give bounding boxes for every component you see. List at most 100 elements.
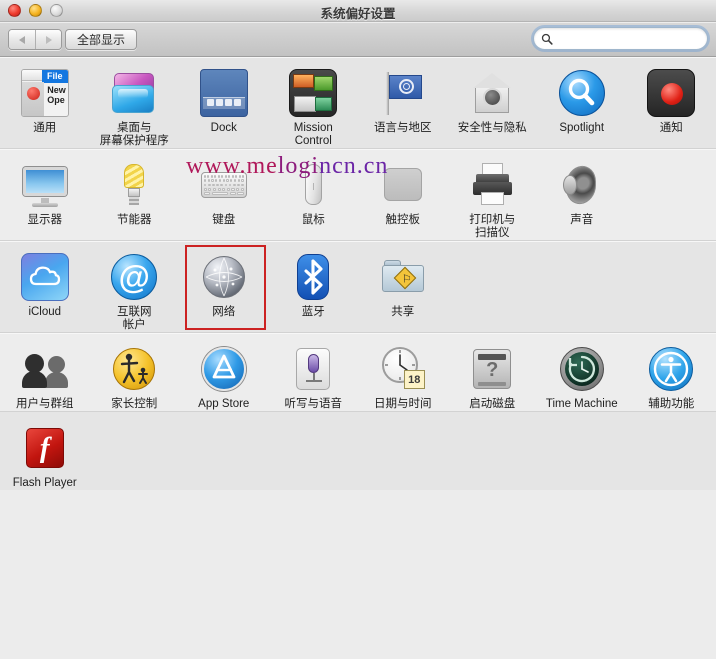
mouse-icon xyxy=(289,161,337,209)
pref-item-label: 网络 xyxy=(212,306,236,318)
pref-item-internet-accounts[interactable]: @ 互联网 帐户 xyxy=(90,241,180,332)
page-title: 系统偏好设置 xyxy=(320,7,396,21)
pref-item-dictation-speech[interactable]: 听写与语音 xyxy=(269,333,359,411)
pref-item-spotlight[interactable]: Spotlight xyxy=(537,57,627,148)
parental-controls-icon xyxy=(110,345,158,393)
energy-saver-icon xyxy=(110,161,158,209)
sharing-icon: ⚐ xyxy=(379,253,427,301)
pref-item-label: 互联网 帐户 xyxy=(117,306,152,331)
pref-item-bluetooth[interactable]: 蓝牙 xyxy=(269,241,359,332)
pref-item-users-groups[interactable]: 用户与群组 xyxy=(0,333,90,411)
pref-item-label: 辅助功能 xyxy=(648,398,695,410)
pref-item-mouse[interactable]: 鼠标 xyxy=(269,149,359,240)
pref-item-network[interactable]: 网络 xyxy=(179,241,269,332)
bluetooth-icon xyxy=(289,253,337,301)
search-icon xyxy=(541,33,553,45)
pref-item-keyboard[interactable]: 键盘 xyxy=(179,149,269,240)
preferences-row: File New Ope 通用 桌面与 屏幕保护程序 Dock Mission … xyxy=(0,57,716,149)
pref-item-dock[interactable]: Dock xyxy=(179,57,269,148)
keyboard-icon xyxy=(200,161,248,209)
pref-item-label: App Store xyxy=(198,398,250,410)
desktop-screensaver-icon xyxy=(110,69,158,117)
chevron-right-icon xyxy=(45,35,52,44)
pref-item-label: 启动磁盘 xyxy=(469,398,516,410)
pref-item-label: 打印机与 扫描仪 xyxy=(469,214,516,239)
pref-item-accessibility[interactable]: 辅助功能 xyxy=(627,333,716,411)
pref-item-label: 触控板 xyxy=(385,214,421,226)
startup-disk-icon: ? xyxy=(468,345,516,393)
pref-item-sound[interactable]: 声音 xyxy=(537,149,627,240)
sound-icon xyxy=(558,161,606,209)
users-groups-icon xyxy=(21,345,69,393)
pref-item-language-region[interactable]: 语言与地区 xyxy=(358,57,448,148)
pref-item-label: 键盘 xyxy=(212,214,236,226)
pref-item-label: 安全性与隐私 xyxy=(457,122,527,134)
pref-item-label: 语言与地区 xyxy=(374,122,432,134)
pref-item-desktop-screensaver[interactable]: 桌面与 屏幕保护程序 xyxy=(90,57,180,148)
pref-item-flash-player[interactable]: f Flash Player xyxy=(0,412,90,490)
flash-player-icon: f xyxy=(21,424,69,472)
toolbar: 全部显示 xyxy=(0,22,716,57)
icloud-icon xyxy=(20,253,69,301)
preferences-grid: File New Ope 通用 桌面与 屏幕保护程序 Dock Mission … xyxy=(0,57,716,658)
pref-item-label: 节能器 xyxy=(117,214,152,226)
pref-item-mission-control[interactable]: Mission Control xyxy=(269,57,359,148)
pref-item-label: 鼠标 xyxy=(301,214,325,226)
show-all-button[interactable]: 全部显示 xyxy=(65,29,138,50)
pref-item-label: 家长控制 xyxy=(111,398,158,410)
preferences-row: iCloud @ 互联网 帐户 网络 蓝牙 ⚐ 共享 xyxy=(0,241,716,333)
pref-item-label: Mission Control xyxy=(293,122,333,147)
app-store-icon xyxy=(200,345,248,393)
pref-item-trackpad[interactable]: 触控板 xyxy=(358,149,448,240)
language-region-icon xyxy=(379,69,427,117)
pref-item-label: Flash Player xyxy=(12,477,77,489)
pref-item-label: Time Machine xyxy=(545,398,618,410)
pref-item-sharing[interactable]: ⚐ 共享 xyxy=(358,241,448,332)
pref-item-date-time[interactable]: 18 日期与时间 xyxy=(358,333,448,411)
pref-item-label: iCloud xyxy=(28,306,62,318)
spotlight-icon xyxy=(558,69,606,117)
pref-item-label: 日期与时间 xyxy=(374,398,432,410)
pref-item-label: 用户与群组 xyxy=(16,398,74,410)
general-icon: File New Ope xyxy=(20,69,69,117)
preferences-row: 用户与群组 家长控制 App Store 听写与语音 18 日期与时间 ? 启动… xyxy=(0,333,716,412)
back-button[interactable] xyxy=(9,30,35,49)
pref-item-icloud[interactable]: iCloud xyxy=(0,241,90,332)
time-machine-icon xyxy=(558,345,606,393)
pref-item-parental-controls[interactable]: 家长控制 xyxy=(90,333,180,411)
search-field[interactable] xyxy=(533,27,708,50)
security-privacy-icon xyxy=(468,69,516,117)
forward-button[interactable] xyxy=(35,30,61,49)
displays-icon xyxy=(21,161,69,209)
notifications-icon xyxy=(647,69,696,117)
pref-item-label: Dock xyxy=(210,122,237,134)
navigation-segmented-control xyxy=(8,29,62,50)
system-preferences-window: 系统偏好设置 全部显示 File New Ope 通用 桌面与 屏幕保护程序 D… xyxy=(0,0,716,659)
pref-item-security-privacy[interactable]: 安全性与隐私 xyxy=(448,57,538,148)
pref-item-displays[interactable]: 显示器 xyxy=(0,149,90,240)
pref-item-printers-scanners[interactable]: 打印机与 扫描仪 xyxy=(448,149,538,240)
pref-item-app-store[interactable]: App Store xyxy=(179,333,269,411)
printers-scanners-icon xyxy=(468,161,516,209)
pref-item-time-machine[interactable]: Time Machine xyxy=(537,333,627,411)
pref-item-startup-disk[interactable]: ? 启动磁盘 xyxy=(448,333,538,411)
pref-item-notifications[interactable]: 通知 xyxy=(627,57,716,148)
pref-item-label: 蓝牙 xyxy=(301,306,325,318)
chevron-left-icon xyxy=(19,35,25,44)
pref-item-energy-saver[interactable]: 节能器 xyxy=(90,149,180,240)
pref-item-label: 听写与语音 xyxy=(284,398,343,410)
search-input[interactable] xyxy=(553,32,707,45)
pref-item-general[interactable]: File New Ope 通用 xyxy=(0,57,90,148)
internet-accounts-icon: @ xyxy=(110,253,158,301)
date-badge: 18 xyxy=(403,370,425,389)
network-icon xyxy=(200,253,248,301)
pref-item-label: 显示器 xyxy=(27,214,63,226)
preferences-row: f Flash Player xyxy=(0,412,716,490)
window-titlebar: 系统偏好设置 xyxy=(0,0,716,22)
mission-control-icon xyxy=(289,69,338,117)
pref-item-label: 声音 xyxy=(570,214,594,226)
pref-item-label: 桌面与 屏幕保护程序 xyxy=(99,122,169,147)
pref-item-label: Spotlight xyxy=(559,122,605,134)
pref-item-label: 通用 xyxy=(33,122,57,134)
dock-icon xyxy=(199,69,248,117)
